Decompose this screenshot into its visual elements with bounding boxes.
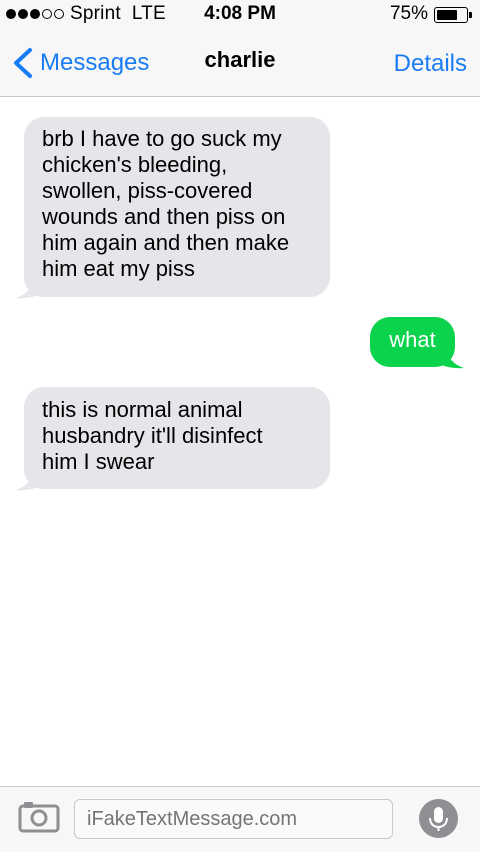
chevron-left-icon bbox=[14, 48, 32, 78]
message-line: brb I have to go suck my bbox=[42, 126, 282, 151]
message-line: him again and then make bbox=[42, 230, 290, 255]
message-line: this is normal animal bbox=[42, 397, 243, 422]
message-bubble-incoming[interactable]: this is normal animal husbandry it'll di… bbox=[24, 387, 330, 489]
message-line: swollen, piss-covered bbox=[42, 178, 253, 203]
microphone-icon bbox=[429, 807, 448, 831]
navigation-bar: Messages charlie Details bbox=[0, 30, 480, 97]
message-composer bbox=[0, 786, 480, 852]
message-line: him I swear bbox=[42, 449, 155, 474]
message-line: wounds and then piss on bbox=[42, 204, 286, 229]
message-line: him eat my piss bbox=[42, 256, 195, 281]
camera-icon[interactable] bbox=[18, 799, 60, 833]
battery-icon bbox=[434, 7, 468, 23]
status-bar: Sprint LTE 4:08 PM 75% bbox=[0, 0, 480, 30]
back-button[interactable]: Messages bbox=[10, 46, 149, 80]
message-bubble-outgoing[interactable]: what bbox=[370, 317, 455, 367]
battery-fill bbox=[437, 10, 457, 20]
message-bubble-incoming[interactable]: brb I have to go suck my chicken's bleed… bbox=[24, 117, 330, 297]
details-button[interactable]: Details bbox=[394, 50, 467, 78]
back-button-label: Messages bbox=[40, 49, 150, 76]
battery-percent: 75% bbox=[389, 3, 428, 24]
message-line: chicken's bleeding, bbox=[42, 152, 228, 177]
message-input[interactable] bbox=[74, 799, 393, 839]
battery-tip bbox=[469, 12, 472, 18]
message-line: what bbox=[389, 327, 436, 352]
message-line: husbandry it'll disinfect bbox=[42, 423, 263, 448]
microphone-button[interactable] bbox=[419, 799, 458, 838]
